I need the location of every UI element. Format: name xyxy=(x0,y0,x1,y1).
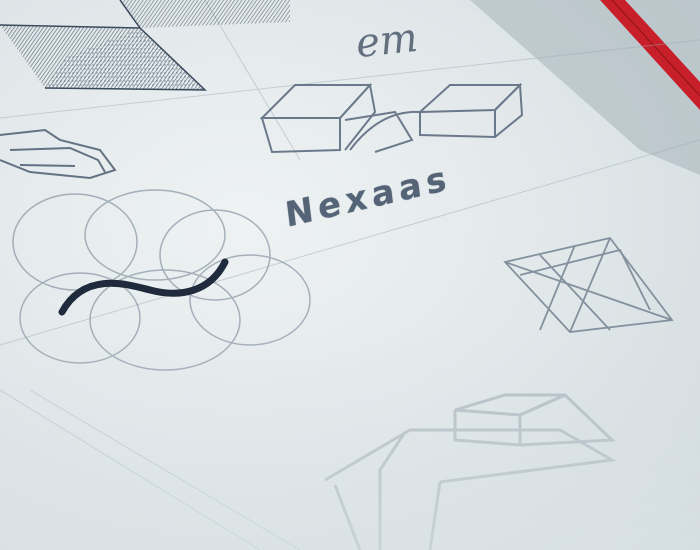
ribbon-logo-icon xyxy=(0,128,117,180)
crossed-box-icon xyxy=(503,236,674,333)
cube-icon xyxy=(259,82,524,154)
notebook-photo: em Nexaas xyxy=(0,0,700,550)
monogram-sketch: em xyxy=(353,14,420,68)
circle-grid-icon xyxy=(12,189,311,371)
sketch-drawings xyxy=(0,0,700,550)
page-shadow xyxy=(470,0,700,175)
large-cube-icon xyxy=(324,393,617,550)
tilted-square-icon xyxy=(0,0,290,91)
